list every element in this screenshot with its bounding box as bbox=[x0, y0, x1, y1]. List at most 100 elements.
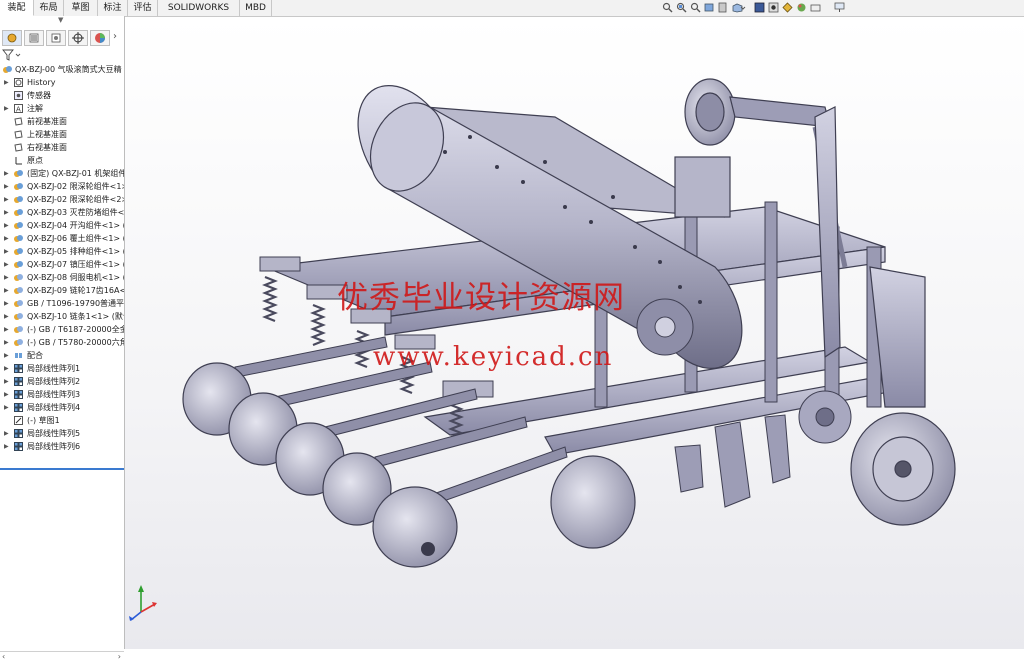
filter-bar[interactable] bbox=[2, 49, 122, 62]
tree-item[interactable]: ▶ 局部线性阵列1 bbox=[0, 362, 124, 375]
reference-triad-icon[interactable] bbox=[127, 582, 159, 622]
section-view-icon[interactable] bbox=[704, 2, 715, 13]
tree-item[interactable]: 原点 bbox=[0, 154, 124, 167]
tree-item[interactable]: 上视基准面 bbox=[0, 128, 124, 141]
rollback-bar[interactable] bbox=[0, 468, 124, 470]
display-style-icon[interactable] bbox=[754, 2, 765, 13]
tree-root[interactable]: QX-BZJ-00 气吸滚筒式大豆精 bbox=[0, 63, 124, 76]
tab-dimension[interactable]: 标注 bbox=[98, 0, 128, 16]
tree-item[interactable]: ▶ 局部线性阵列3 bbox=[0, 388, 124, 401]
tab-mbd[interactable]: MBD bbox=[240, 0, 272, 16]
tab-evaluate[interactable]: 评估 bbox=[128, 0, 158, 16]
tree-item[interactable]: ▶ (-) GB / T6187-20000全金 bbox=[0, 323, 124, 336]
tree-item[interactable]: ▶ (-) GB / T5780-20000六角 bbox=[0, 336, 124, 349]
tree-item[interactable]: ▶ QX-BZJ-02 限深轮组件<2> bbox=[0, 193, 124, 206]
tree-item-label: (固定) QX-BZJ-01 机架组件 bbox=[27, 169, 124, 178]
tree-item[interactable]: ▶ QX-BZJ-07 镇压组件<1> ( bbox=[0, 258, 124, 271]
scroll-left-icon[interactable]: ‹ bbox=[2, 652, 5, 661]
tab-solidworks-addins[interactable]: SOLIDWORKS 插件 bbox=[158, 0, 240, 29]
display-manager-tab[interactable] bbox=[90, 30, 110, 46]
tree-item[interactable]: ▶ QX-BZJ-06 覆土组件<1> ( bbox=[0, 232, 124, 245]
tree-item[interactable]: ▶ History bbox=[0, 76, 124, 89]
graphics-area[interactable]: 优秀毕业设计资源网 www.keyicad.cn bbox=[125, 17, 1024, 649]
tree-item-label: (-) 草图1 bbox=[27, 416, 60, 425]
part-icon bbox=[14, 274, 23, 281]
tab-assembly[interactable]: 装配体 bbox=[0, 0, 34, 29]
tree-item[interactable]: ▶ 局部线性阵列6 bbox=[0, 440, 124, 453]
chevron-down-icon[interactable] bbox=[740, 2, 746, 13]
view-settings-icon[interactable] bbox=[810, 2, 821, 13]
tree-item[interactable]: 右视基准面 bbox=[0, 141, 124, 154]
tree-item[interactable]: ▶ GB / T1096-19790普通平 bbox=[0, 297, 124, 310]
tab-sketch[interactable]: 草图 bbox=[64, 0, 98, 16]
expand-arrow-icon[interactable]: ▶ bbox=[4, 362, 9, 375]
tree-item[interactable]: ▶ QX-BZJ-10 链条1<1> (默认 bbox=[0, 310, 124, 323]
tree-item-label: 右视基准面 bbox=[27, 143, 67, 152]
tree-item[interactable]: ▶ QX-BZJ-08 伺服电机<1> ( bbox=[0, 271, 124, 284]
expand-arrow-icon[interactable]: ▶ bbox=[4, 180, 9, 193]
horizontal-scrollbar[interactable]: ‹ › bbox=[0, 651, 124, 664]
tree-item[interactable]: 传感器 bbox=[0, 89, 124, 102]
expand-arrow-icon[interactable]: ▶ bbox=[4, 375, 9, 388]
sketch-icon bbox=[14, 416, 23, 425]
tree-item[interactable]: ▶ 局部线性阵列2 bbox=[0, 375, 124, 388]
tree-item-label: QX-BZJ-10 链条1<1> (默认 bbox=[27, 312, 124, 321]
expand-arrow-icon[interactable]: ▶ bbox=[4, 323, 9, 336]
expand-arrow-icon[interactable]: ▶ bbox=[4, 245, 9, 258]
tree-item[interactable]: ▶ QX-BZJ-09 链轮17齿16A< bbox=[0, 284, 124, 297]
tab-layout[interactable]: 布局 bbox=[34, 0, 64, 16]
expand-arrow-icon[interactable]: ▶ bbox=[4, 219, 9, 232]
part-icon bbox=[14, 313, 23, 320]
zoom-to-area-icon[interactable] bbox=[676, 2, 687, 13]
scroll-right-icon[interactable]: › bbox=[118, 652, 121, 661]
chevron-down-icon[interactable] bbox=[15, 49, 21, 61]
tree-item[interactable]: ▶ 局部线性阵列4 bbox=[0, 401, 124, 414]
tree-item[interactable]: ▶ QX-BZJ-04 开沟组件<1> ( bbox=[0, 219, 124, 232]
expand-arrow-icon[interactable]: ▶ bbox=[4, 271, 9, 284]
zoom-to-fit-icon[interactable] bbox=[662, 2, 673, 13]
expand-arrow-icon[interactable]: ▶ bbox=[4, 76, 9, 89]
property-manager-tab[interactable] bbox=[24, 30, 44, 46]
dynamic-annotation-icon[interactable] bbox=[718, 2, 729, 13]
expand-arrow-icon[interactable]: ▶ bbox=[4, 440, 9, 453]
tree-item[interactable]: ▶ QX-BZJ-03 灭茬防堵组件< bbox=[0, 206, 124, 219]
monitor-icon[interactable] bbox=[834, 2, 845, 13]
expand-arrow-icon[interactable]: ▶ bbox=[4, 284, 9, 297]
tree-item[interactable]: ▶ 局部线性阵列5 bbox=[0, 427, 124, 440]
dimxpert-manager-tab[interactable] bbox=[68, 30, 88, 46]
tree-item[interactable]: ▶ QX-BZJ-05 排种组件<1> ( bbox=[0, 245, 124, 258]
expand-arrow-icon[interactable]: ▶ bbox=[4, 401, 9, 414]
subassembly-icon bbox=[14, 222, 23, 229]
expand-arrow-icon[interactable]: ▶ bbox=[4, 336, 9, 349]
expand-arrow-icon[interactable]: ▶ bbox=[4, 388, 9, 401]
subassembly-icon bbox=[14, 235, 23, 242]
tree-item[interactable]: (-) 草图1 bbox=[0, 414, 124, 427]
apply-scene-icon[interactable] bbox=[796, 2, 807, 13]
chevron-right-icon[interactable]: › bbox=[113, 31, 117, 42]
expand-arrow-icon[interactable]: ▶ bbox=[4, 167, 9, 180]
previous-view-icon[interactable] bbox=[690, 2, 701, 13]
collapse-arrow-icon[interactable]: ▼ bbox=[58, 16, 63, 24]
tree-item[interactable]: 前视基准面 bbox=[0, 115, 124, 128]
expand-arrow-icon[interactable]: ▶ bbox=[4, 310, 9, 323]
expand-arrow-icon[interactable]: ▶ bbox=[4, 102, 9, 115]
expand-arrow-icon[interactable]: ▶ bbox=[4, 258, 9, 271]
tree-item[interactable]: ▶ QX-BZJ-02 限深轮组件<1> bbox=[0, 180, 124, 193]
configuration-manager-tab[interactable] bbox=[46, 30, 66, 46]
expand-arrow-icon[interactable]: ▶ bbox=[4, 349, 9, 362]
tree-item-label: 局部线性阵列5 bbox=[27, 429, 81, 438]
edit-appearance-icon[interactable] bbox=[782, 2, 793, 13]
feature-manager-tab[interactable] bbox=[2, 30, 22, 46]
hide-show-items-icon[interactable] bbox=[768, 2, 779, 13]
expand-arrow-icon[interactable]: ▶ bbox=[4, 427, 9, 440]
filter-icon[interactable] bbox=[2, 49, 16, 61]
expand-arrow-icon[interactable]: ▶ bbox=[4, 206, 9, 219]
tree-item[interactable]: ▶ 配合 bbox=[0, 349, 124, 362]
tree-item[interactable]: ▶ A 注解 bbox=[0, 102, 124, 115]
expand-arrow-icon[interactable]: ▶ bbox=[4, 193, 9, 206]
seeder-assembly-model[interactable] bbox=[125, 17, 1024, 649]
expand-arrow-icon[interactable]: ▶ bbox=[4, 297, 9, 310]
expand-arrow-icon[interactable]: ▶ bbox=[4, 232, 9, 245]
part-icon bbox=[14, 339, 23, 346]
tree-item[interactable]: ▶ (固定) QX-BZJ-01 机架组件 bbox=[0, 167, 124, 180]
